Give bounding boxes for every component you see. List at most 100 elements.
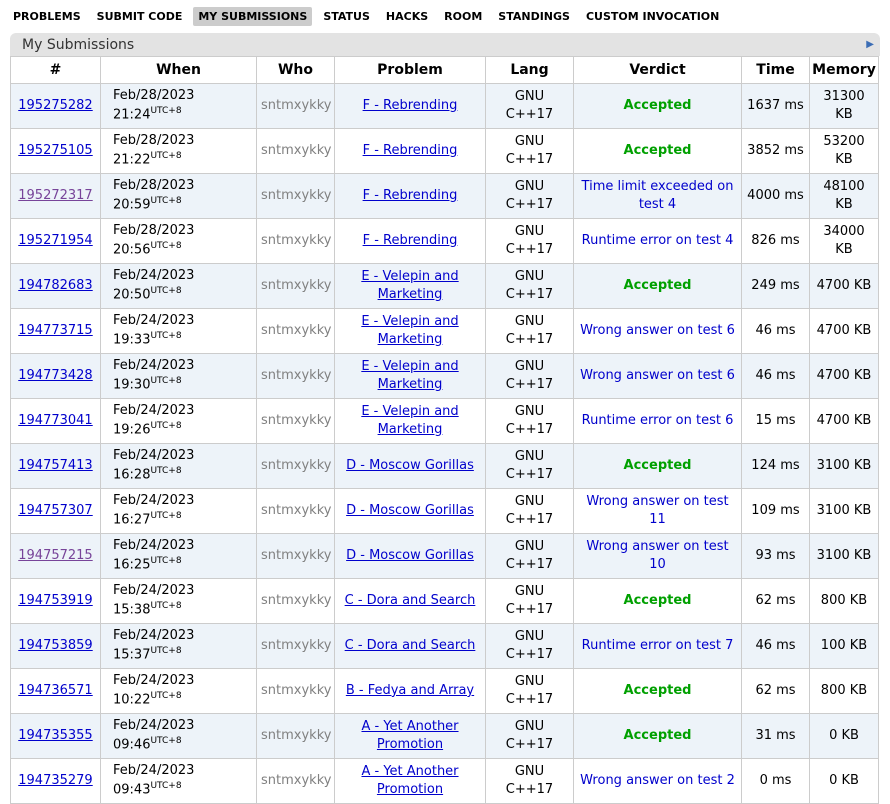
submission-id-link[interactable]: 194757413 bbox=[18, 458, 92, 473]
problem-cell: D - Moscow Gorillas bbox=[335, 534, 486, 579]
nav-item-status[interactable]: STATUS bbox=[318, 7, 375, 26]
submission-id-link[interactable]: 194735279 bbox=[18, 773, 92, 788]
problem-link[interactable]: E - Velepin and Marketing bbox=[361, 359, 458, 392]
memory-cell: 31300 KB bbox=[810, 84, 879, 129]
id-cell: 195272317 bbox=[11, 174, 101, 219]
problem-link[interactable]: D - Moscow Gorillas bbox=[346, 458, 474, 473]
table-row: 194735279 Feb/24/2023 09:43UTC+8 sntmxyk… bbox=[11, 759, 879, 804]
submission-id-link[interactable]: 194773428 bbox=[18, 368, 92, 383]
verdict-cell: Accepted bbox=[574, 669, 742, 714]
id-cell: 194773428 bbox=[11, 354, 101, 399]
submission-id-link[interactable]: 195271954 bbox=[18, 233, 92, 248]
problem-cell: F - Rebrending bbox=[335, 174, 486, 219]
submission-id-link[interactable]: 194757215 bbox=[18, 548, 92, 563]
lang-label: GNU C++17 bbox=[506, 628, 554, 664]
verdict-cell: Accepted bbox=[574, 129, 742, 174]
lang-label: GNU C++17 bbox=[506, 403, 554, 439]
when-cell: Feb/24/2023 16:28UTC+8 bbox=[101, 444, 257, 489]
submission-id-link[interactable]: 194782683 bbox=[18, 278, 92, 293]
who-label: sntmxykky bbox=[261, 728, 331, 743]
submission-id-link[interactable]: 195275105 bbox=[18, 143, 92, 158]
problem-link[interactable]: D - Moscow Gorillas bbox=[346, 548, 474, 563]
lang-label: GNU C++17 bbox=[506, 88, 554, 124]
nav-item-hacks[interactable]: HACKS bbox=[381, 7, 433, 26]
table-row: 195275105 Feb/28/2023 21:22UTC+8 sntmxyk… bbox=[11, 129, 879, 174]
submission-id-link[interactable]: 194736571 bbox=[18, 683, 92, 698]
verdict-cell: Runtime error on test 4 bbox=[574, 219, 742, 264]
collapse-arrow-icon[interactable]: ▶ bbox=[866, 40, 874, 50]
submission-id-link[interactable]: 195275282 bbox=[18, 98, 92, 113]
id-cell: 195275105 bbox=[11, 129, 101, 174]
problem-link[interactable]: F - Rebrending bbox=[363, 188, 458, 203]
problem-link[interactable]: F - Rebrending bbox=[363, 233, 458, 248]
time-cell: 93 ms bbox=[742, 534, 810, 579]
submission-id-link[interactable]: 194757307 bbox=[18, 503, 92, 518]
who-label: sntmxykky bbox=[261, 773, 331, 788]
problem-cell: C - Dora and Search bbox=[335, 579, 486, 624]
nav-item-room[interactable]: ROOM bbox=[439, 7, 487, 26]
lang-label: GNU C++17 bbox=[506, 718, 554, 754]
time-cell: 1637 ms bbox=[742, 84, 810, 129]
who-cell: sntmxykky bbox=[257, 759, 335, 804]
nav-item-custom-invocation[interactable]: CUSTOM INVOCATION bbox=[581, 7, 724, 26]
when-date: Feb/24/2023 bbox=[113, 717, 252, 735]
who-cell: sntmxykky bbox=[257, 579, 335, 624]
problem-link[interactable]: C - Dora and Search bbox=[345, 593, 476, 608]
problem-link[interactable]: C - Dora and Search bbox=[345, 638, 476, 653]
lang-cell: GNU C++17 bbox=[486, 714, 574, 759]
problem-link[interactable]: E - Velepin and Marketing bbox=[361, 314, 458, 347]
nav-item-submit-code[interactable]: SUBMIT CODE bbox=[92, 7, 188, 26]
timezone-label: UTC+8 bbox=[150, 421, 181, 431]
submission-id-link[interactable]: 195272317 bbox=[18, 188, 92, 203]
when-date: Feb/24/2023 bbox=[113, 582, 252, 600]
timezone-label: UTC+8 bbox=[150, 556, 181, 566]
verdict-text: Wrong answer on test 10 bbox=[586, 539, 728, 572]
nav-item-standings[interactable]: STANDINGS bbox=[493, 7, 575, 26]
nav-item-problems[interactable]: PROBLEMS bbox=[8, 7, 86, 26]
time-cell: 46 ms bbox=[742, 624, 810, 669]
memory-cell: 4700 KB bbox=[810, 354, 879, 399]
who-cell: sntmxykky bbox=[257, 624, 335, 669]
verdict-text: Wrong answer on test 6 bbox=[580, 323, 735, 338]
id-cell: 194753919 bbox=[11, 579, 101, 624]
verdict-text: Accepted bbox=[624, 458, 692, 473]
nav-item-my-submissions[interactable]: MY SUBMISSIONS bbox=[193, 7, 312, 26]
submission-id-link[interactable]: 194773041 bbox=[18, 413, 92, 428]
problem-link[interactable]: D - Moscow Gorillas bbox=[346, 503, 474, 518]
who-cell: sntmxykky bbox=[257, 219, 335, 264]
submission-id-link[interactable]: 194773715 bbox=[18, 323, 92, 338]
when-date: Feb/24/2023 bbox=[113, 447, 252, 465]
table-row: 195272317 Feb/28/2023 20:59UTC+8 sntmxyk… bbox=[11, 174, 879, 219]
timezone-label: UTC+8 bbox=[150, 376, 181, 386]
who-label: sntmxykky bbox=[261, 278, 331, 293]
verdict-text: Runtime error on test 6 bbox=[582, 413, 734, 428]
problem-link[interactable]: E - Velepin and Marketing bbox=[361, 404, 458, 437]
when-date: Feb/24/2023 bbox=[113, 672, 252, 690]
lang-cell: GNU C++17 bbox=[486, 669, 574, 714]
problem-link[interactable]: F - Rebrending bbox=[363, 98, 458, 113]
submission-id-link[interactable]: 194753919 bbox=[18, 593, 92, 608]
when-cell: Feb/24/2023 15:37UTC+8 bbox=[101, 624, 257, 669]
id-cell: 194773041 bbox=[11, 399, 101, 444]
problem-link[interactable]: E - Velepin and Marketing bbox=[361, 269, 458, 302]
when-time: 20:50UTC+8 bbox=[113, 285, 252, 305]
memory-cell: 4700 KB bbox=[810, 399, 879, 444]
problem-link[interactable]: F - Rebrending bbox=[363, 143, 458, 158]
timezone-label: UTC+8 bbox=[150, 151, 181, 161]
when-cell: Feb/28/2023 21:24UTC+8 bbox=[101, 84, 257, 129]
submission-id-link[interactable]: 194753859 bbox=[18, 638, 92, 653]
problem-cell: E - Velepin and Marketing bbox=[335, 264, 486, 309]
id-cell: 195271954 bbox=[11, 219, 101, 264]
problem-cell: C - Dora and Search bbox=[335, 624, 486, 669]
problem-link[interactable]: B - Fedya and Array bbox=[346, 683, 474, 698]
problem-link[interactable]: A - Yet Another Promotion bbox=[361, 764, 458, 797]
submission-id-link[interactable]: 194735355 bbox=[18, 728, 92, 743]
time-cell: 826 ms bbox=[742, 219, 810, 264]
time-cell: 31 ms bbox=[742, 714, 810, 759]
table-row: 194773041 Feb/24/2023 19:26UTC+8 sntmxyk… bbox=[11, 399, 879, 444]
verdict-cell: Accepted bbox=[574, 444, 742, 489]
table-row: 194753859 Feb/24/2023 15:37UTC+8 sntmxyk… bbox=[11, 624, 879, 669]
id-cell: 194735279 bbox=[11, 759, 101, 804]
problem-link[interactable]: A - Yet Another Promotion bbox=[361, 719, 458, 752]
table-row: 194782683 Feb/24/2023 20:50UTC+8 sntmxyk… bbox=[11, 264, 879, 309]
